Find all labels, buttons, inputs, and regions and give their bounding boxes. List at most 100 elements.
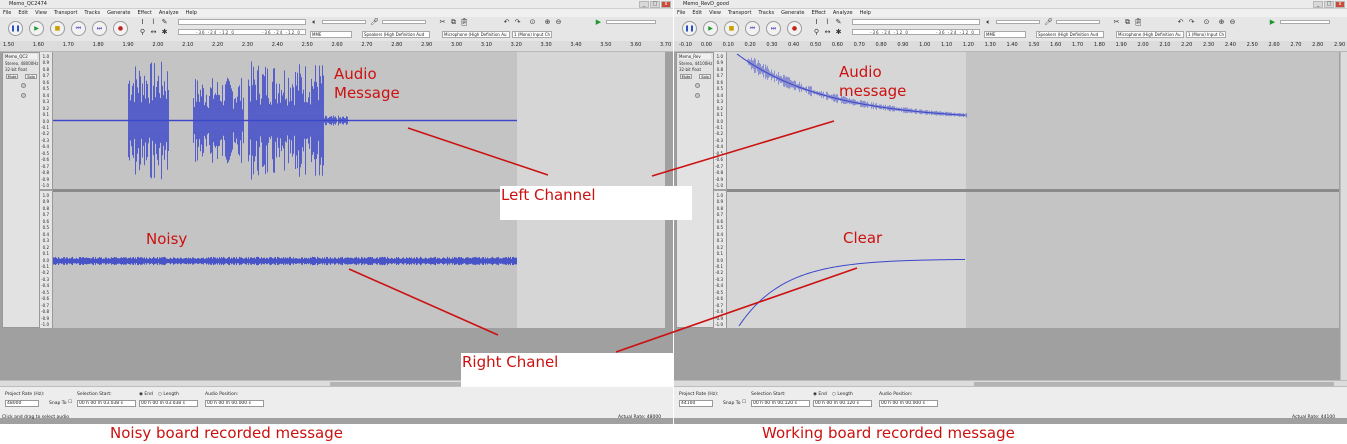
play-speed-slider[interactable] (606, 20, 656, 24)
play-at-speed-icon[interactable]: ▶ (594, 18, 603, 27)
redo-icon[interactable]: ↷ (1187, 18, 1196, 27)
stop-button[interactable]: ■ (724, 21, 739, 36)
menu-edit[interactable]: Edit (18, 9, 28, 17)
menu-generate[interactable]: Generate (107, 9, 130, 17)
maximize-button[interactable]: □ (1324, 1, 1334, 8)
selection-tool-icon[interactable]: I (138, 18, 147, 27)
close-button[interactable]: x (1335, 1, 1345, 8)
undo-icon[interactable]: ↶ (1176, 18, 1185, 27)
length-radio[interactable]: ○ Length (832, 392, 853, 397)
cut-icon[interactable]: ✂ (438, 18, 447, 27)
play-at-speed-icon[interactable]: ▶ (1268, 18, 1277, 27)
menu-help[interactable]: Help (860, 9, 871, 17)
menu-effect[interactable]: Effect (137, 9, 151, 17)
playback-meter[interactable] (178, 19, 306, 25)
stop-button[interactable]: ■ (50, 21, 65, 36)
record-button[interactable]: ● (787, 21, 802, 36)
skip-start-button[interactable]: ⏮ (71, 21, 86, 36)
close-button[interactable]: x (661, 1, 671, 8)
menu-transport[interactable]: Transport (54, 9, 77, 17)
skip-end-button[interactable]: ⏭ (766, 21, 781, 36)
gain-slider[interactable] (21, 83, 26, 88)
paste-icon[interactable]: 📋︎ (460, 18, 469, 27)
zoom-in-icon[interactable]: ⊕ (1217, 18, 1226, 27)
timeline-ruler[interactable]: 1.50 1.60 1.70 1.80 1.90 2.00 2.10 2.20 2.30 2.40… (0, 41, 673, 52)
timeshift-tool-icon[interactable]: ↔ (823, 28, 832, 37)
menu-generate[interactable]: Generate (781, 9, 804, 17)
selection-end-field[interactable]: 00 h 00 m 00.120 s (813, 400, 872, 407)
draw-tool-icon[interactable]: ✎ (160, 18, 169, 27)
input-channels-select[interactable]: 1 (Mono) Input Ch (1186, 31, 1226, 38)
zoom-out-icon[interactable]: ⊖ (1228, 18, 1237, 27)
skip-end-button[interactable]: ⏭ (92, 21, 107, 36)
mute-button[interactable]: Mute (680, 74, 692, 79)
maximize-button[interactable]: □ (650, 1, 660, 8)
redo-icon[interactable]: ↷ (513, 18, 522, 27)
pause-button[interactable]: ❚❚ (8, 21, 23, 36)
menu-analyze[interactable]: Analyze (833, 9, 853, 17)
project-rate-select[interactable]: 44100 (679, 400, 713, 407)
vertical-scrollbar[interactable] (1340, 52, 1347, 380)
project-rate-select[interactable]: 48000 (5, 400, 39, 407)
menu-file[interactable]: File (677, 9, 685, 17)
envelope-tool-icon[interactable]: ⌇ (149, 18, 158, 27)
audio-position-field[interactable]: 00 h 00 m 00.000 s (879, 400, 938, 407)
copy-icon[interactable]: ⧉ (449, 18, 458, 27)
solo-button[interactable]: Solo (25, 74, 37, 79)
menu-effect[interactable]: Effect (811, 9, 825, 17)
selection-start-field[interactable]: 00 h 00 m 00.120 s (751, 400, 810, 407)
end-radio[interactable]: ◉ End (139, 392, 153, 397)
track-name-menu[interactable]: Memo_Rev (679, 54, 711, 59)
menu-analyze[interactable]: Analyze (159, 9, 179, 17)
paste-icon[interactable]: 📋︎ (1134, 18, 1143, 27)
pan-slider[interactable] (695, 93, 700, 98)
pause-button[interactable]: ❚❚ (682, 21, 697, 36)
menu-view[interactable]: View (709, 9, 721, 17)
play-button[interactable]: ▶ (703, 21, 718, 36)
output-volume-slider[interactable] (322, 20, 366, 24)
cut-icon[interactable]: ✂ (1112, 18, 1121, 27)
audio-host-select[interactable]: MME (310, 31, 352, 38)
audio-position-field[interactable]: 00 h 00 m 00.000 s (205, 400, 264, 407)
track-name-menu[interactable]: Memo_QC2 (5, 54, 37, 59)
playback-meter[interactable] (852, 19, 980, 25)
copy-icon[interactable]: ⧉ (1123, 18, 1132, 27)
zoom-in-icon[interactable]: ⊕ (543, 18, 552, 27)
minimize-button[interactable]: _ (1313, 1, 1323, 8)
minimize-button[interactable]: _ (639, 1, 649, 8)
selection-tool-icon[interactable]: I (812, 18, 821, 27)
menu-view[interactable]: View (35, 9, 47, 17)
play-speed-slider[interactable] (1280, 20, 1330, 24)
menu-help[interactable]: Help (186, 9, 197, 17)
menu-edit[interactable]: Edit (692, 9, 702, 17)
multi-tool-icon[interactable]: ✱ (834, 28, 843, 37)
timeline-ruler[interactable]: -0.10 0.00 0.10 0.20 0.30 0.40 0.50 0.60 0.70 0.8… (674, 41, 1347, 52)
undo-icon[interactable]: ↶ (502, 18, 511, 27)
output-device-select[interactable]: Speakers (High Definition Aud (1036, 31, 1104, 38)
selection-start-field[interactable]: 00 h 00 m 03.038 s (77, 400, 136, 407)
skip-start-button[interactable]: ⏮ (745, 21, 760, 36)
selection-end-field[interactable]: 00 h 00 m 03.038 s (139, 400, 198, 407)
input-volume-slider[interactable] (1056, 20, 1100, 24)
input-volume-slider[interactable] (382, 20, 426, 24)
menu-transport[interactable]: Transport (728, 9, 751, 17)
output-volume-slider[interactable] (996, 20, 1040, 24)
envelope-tool-icon[interactable]: ⌇ (823, 18, 832, 27)
output-device-select[interactable]: Speakers (High Definition Aud (362, 31, 430, 38)
end-radio[interactable]: ◉ End (813, 392, 827, 397)
zoom-tool-icon[interactable]: ⚲ (812, 28, 821, 37)
left-channel-waveform[interactable] (727, 52, 1339, 189)
audio-host-select[interactable]: MME (984, 31, 1026, 38)
zoom-out-icon[interactable]: ⊖ (554, 18, 563, 27)
input-channels-select[interactable]: 1 (Mono) Input Ch (512, 31, 552, 38)
draw-tool-icon[interactable]: ✎ (834, 18, 843, 27)
mute-button[interactable]: Mute (6, 74, 18, 79)
multi-tool-icon[interactable]: ✱ (160, 28, 169, 37)
menu-file[interactable]: File (3, 9, 11, 17)
menu-tracks[interactable]: Tracks (84, 9, 100, 17)
right-channel-waveform[interactable] (727, 192, 1339, 328)
gain-slider[interactable] (695, 83, 700, 88)
zoom-tool-icon[interactable]: ⚲ (138, 28, 147, 37)
solo-button[interactable]: Solo (699, 74, 711, 79)
snap-to-checkbox[interactable]: ☐ (68, 400, 72, 405)
